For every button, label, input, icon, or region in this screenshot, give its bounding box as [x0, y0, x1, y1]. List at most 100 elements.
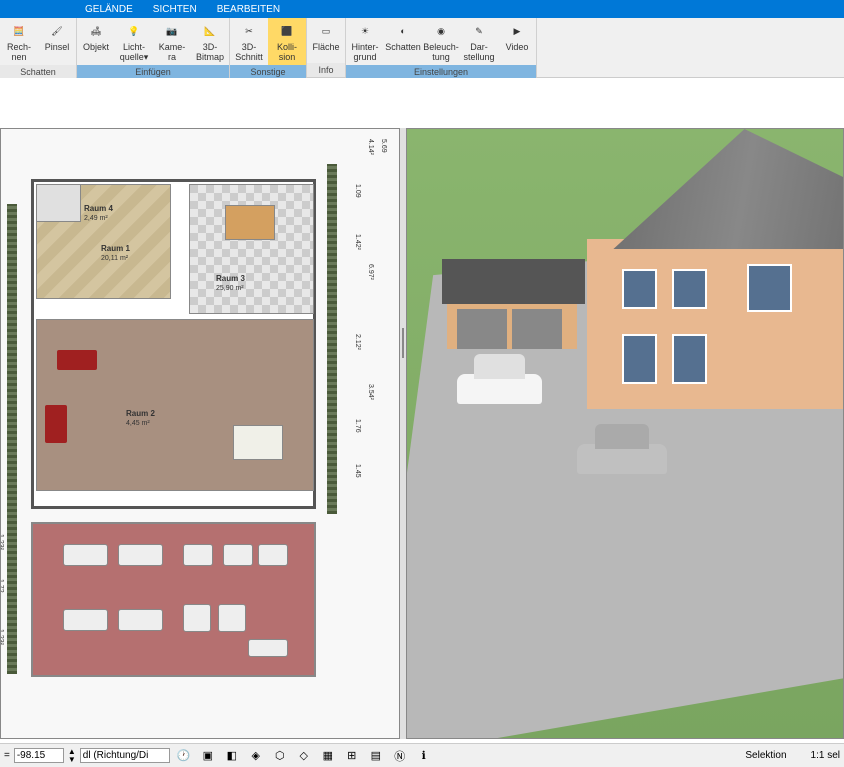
furniture-2[interactable]	[223, 544, 253, 566]
tool-icon-6[interactable]: ▦	[318, 747, 338, 765]
ribbon-group-1: 🛋Objekt💡Licht-quelle▾📷Kame-ra📐3D-BitmapE…	[77, 18, 230, 77]
ribbon-label: Objekt	[83, 43, 109, 53]
tool-icon-3[interactable]: ◈	[246, 747, 266, 765]
ribbon-btn-1-1[interactable]: 💡Licht-quelle▾	[115, 18, 153, 65]
ribbon-group-label: Einstellungen	[346, 65, 536, 79]
dim-l1: 1.23²	[0, 534, 4, 550]
tab-gelaende[interactable]: GELÄNDE	[85, 4, 133, 15]
direction-input[interactable]	[80, 748, 170, 763]
sofa-1[interactable]	[57, 350, 97, 370]
car-plan-3[interactable]	[63, 609, 108, 631]
house-3d[interactable]	[587, 129, 844, 409]
garage-plan[interactable]	[31, 522, 316, 677]
tool-icon-5[interactable]: ◇	[294, 747, 314, 765]
ribbon-btn-4-0[interactable]: ☀Hinter-grund	[346, 18, 384, 65]
room-4[interactable]	[36, 184, 81, 222]
window-1	[622, 269, 657, 309]
sofa-2[interactable]	[45, 405, 67, 443]
ribbon-btn-3-0[interactable]: ▭Fläche	[307, 18, 345, 63]
ribbon-btn-4-3[interactable]: ✎Dar-stellung	[460, 18, 498, 65]
table-2[interactable]	[233, 425, 283, 460]
ribbon-icon: 📷	[161, 20, 183, 42]
ribbon-group-0: 🧮Rech-nen🖌PinselSchatten	[0, 18, 77, 77]
car-plan-2[interactable]	[118, 544, 163, 566]
window-4	[672, 334, 707, 384]
room-3[interactable]	[189, 184, 314, 314]
dim-top1: 4.14²	[367, 139, 374, 155]
ribbon-label: Licht-quelle▾	[120, 43, 149, 63]
furniture-4[interactable]	[183, 604, 211, 632]
ribbon-btn-4-1[interactable]: ◐Schatten	[384, 18, 422, 65]
ribbon-group-2: ✂3D-Schnitt⬛Kolli-sionSonstige	[230, 18, 307, 77]
dim-s5: 3.54²	[367, 384, 374, 400]
furniture-1[interactable]	[183, 544, 213, 566]
ribbon-btn-0-0[interactable]: 🧮Rech-nen	[0, 18, 38, 65]
stepper-icon[interactable]: ▲▼	[68, 748, 76, 762]
ribbon-btn-0-1[interactable]: 🖌Pinsel	[38, 18, 76, 65]
car-roof	[595, 424, 649, 449]
house-roof	[572, 129, 844, 249]
north-icon[interactable]: Ⓝ	[390, 747, 410, 765]
ribbon-btn-4-2[interactable]: ◉Beleuch-tung	[422, 18, 460, 65]
room4-label: Raum 42,49 m²	[84, 204, 113, 222]
history-icon[interactable]: 🕐	[174, 747, 194, 765]
ribbon-icon: ☀	[354, 20, 376, 42]
status-bar: = ▲▼ 🕐 ▣ ◧ ◈ ⬡ ◇ ▦ ⊞ ▤ Ⓝ ℹ Selektion 1:1…	[0, 743, 844, 767]
car-plan-1[interactable]	[63, 544, 108, 566]
ribbon-label: Fläche	[312, 43, 339, 53]
ribbon-icon: 🛋	[85, 20, 107, 42]
car-white[interactable]	[457, 354, 542, 404]
ribbon-btn-4-4[interactable]: ▶Video	[498, 18, 536, 65]
dim-s2: 1.42²	[354, 234, 361, 250]
ribbon-label: Rech-nen	[7, 43, 31, 63]
ribbon-icon: ⬛	[276, 20, 298, 42]
viewport-2d[interactable]: Raum 42,49 m² Raum 120,11 m² Raum 325,90…	[0, 128, 400, 739]
furniture-5[interactable]	[218, 604, 246, 632]
floor-plan: Raum 42,49 m² Raum 120,11 m² Raum 325,90…	[11, 134, 379, 728]
dim-s7: 1.45	[354, 464, 361, 478]
ribbon-icon: ✎	[468, 20, 490, 42]
ribbon-icon: ◉	[430, 20, 452, 42]
ribbon-label: Kame-ra	[159, 43, 186, 63]
tool-icon-8[interactable]: ▤	[366, 747, 386, 765]
tool-icon-2[interactable]: ◧	[222, 747, 242, 765]
furniture-6[interactable]	[248, 639, 288, 657]
status-equals: =	[4, 750, 10, 761]
ribbon-group-label: Einfügen	[77, 65, 229, 79]
vegetation-right	[327, 164, 337, 514]
car-silver[interactable]	[577, 424, 667, 474]
ribbon-label: Hinter-grund	[351, 43, 378, 63]
tool-icon-7[interactable]: ⊞	[342, 747, 362, 765]
ribbon-btn-2-0[interactable]: ✂3D-Schnitt	[230, 18, 268, 65]
garage-3d[interactable]	[447, 259, 577, 349]
ribbon-btn-1-2[interactable]: 📷Kame-ra	[153, 18, 191, 65]
ribbon-label: Schatten	[385, 43, 421, 53]
coord-input[interactable]	[14, 748, 64, 763]
ribbon-icon: ✂	[238, 20, 260, 42]
ribbon-btn-1-3[interactable]: 📐3D-Bitmap	[191, 18, 229, 65]
tool-icon-4[interactable]: ⬡	[270, 747, 290, 765]
room-2[interactable]	[36, 319, 314, 491]
viewport-3d[interactable]	[406, 128, 844, 739]
ribbon-label: Beleuch-tung	[423, 43, 459, 63]
car-plan-4[interactable]	[118, 609, 163, 631]
tab-bearbeiten[interactable]: BEARBEITEN	[217, 4, 280, 15]
room2-label: Raum 24,45 m²	[126, 409, 155, 427]
ribbon-group-label: Info	[307, 63, 345, 77]
status-selektion: Selektion	[745, 750, 786, 761]
info-icon[interactable]: ℹ	[414, 747, 434, 765]
ribbon-btn-1-0[interactable]: 🛋Objekt	[77, 18, 115, 65]
garage-door-2	[512, 309, 562, 349]
room1-label: Raum 120,11 m²	[101, 244, 130, 262]
ribbon-icon: ◐	[392, 20, 414, 42]
ribbon-label: 3D-Bitmap	[196, 43, 224, 63]
ribbon-icon: ▭	[315, 20, 337, 42]
ribbon-btn-2-1[interactable]: ⬛Kolli-sion	[268, 18, 306, 65]
dining-table[interactable]	[225, 205, 275, 240]
room3-label: Raum 325,90 m²	[216, 274, 245, 292]
furniture-3[interactable]	[258, 544, 288, 566]
tool-icon-1[interactable]: ▣	[198, 747, 218, 765]
tab-sichten[interactable]: SICHTEN	[153, 4, 197, 15]
ribbon-label: Kolli-sion	[277, 43, 297, 63]
dim-l2: 1.72	[0, 579, 4, 593]
